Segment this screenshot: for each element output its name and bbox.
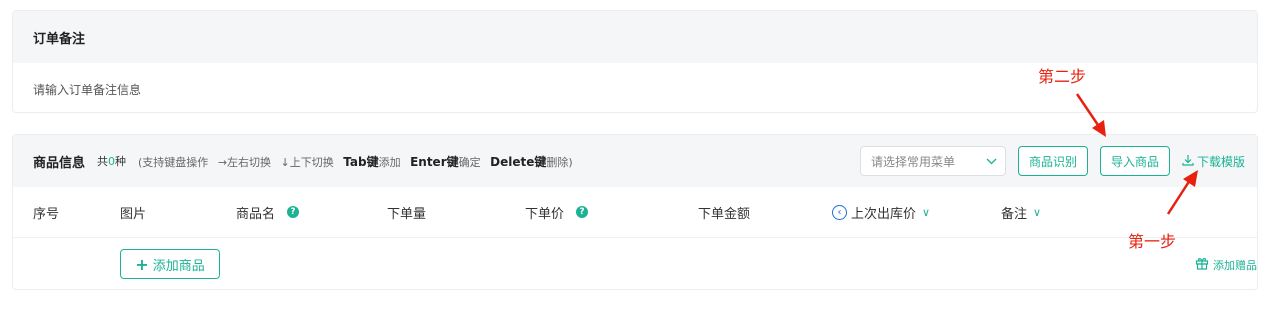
- annotation-arrow-step-two: [1075, 93, 1106, 137]
- annotation-step-one: 第一步: [1128, 232, 1177, 251]
